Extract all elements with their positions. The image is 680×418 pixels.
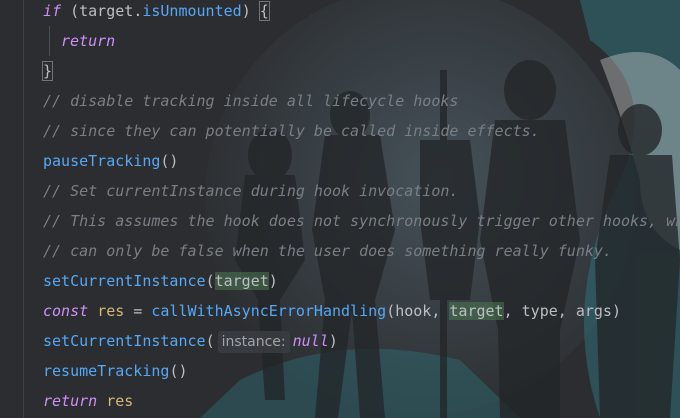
- function-call: callWithAsyncErrorHandling: [151, 302, 387, 320]
- comment: // Set currentInstance during hook invoc…: [43, 182, 459, 200]
- code-line-11[interactable]: const res = callWithAsyncErrorHandling(h…: [43, 296, 621, 326]
- code-line-1[interactable]: if (target.isUnmounted) {: [43, 0, 270, 26]
- code-line-10[interactable]: setCurrentInstance(target): [43, 266, 278, 296]
- identifier: target: [79, 2, 134, 20]
- keyword: return: [43, 392, 98, 410]
- punctuation: (: [61, 2, 80, 20]
- code-line-4[interactable]: // disable tracking inside all lifecycle…: [43, 86, 458, 116]
- code-line-8[interactable]: // This assumes the hook does not synchr…: [43, 206, 680, 236]
- code-line-6[interactable]: pauseTracking(): [43, 146, 178, 176]
- parameter-hint: instance:: [217, 331, 290, 353]
- punctuation: .: [133, 2, 143, 20]
- variable: res: [106, 392, 134, 410]
- brace-close: }: [41, 61, 54, 81]
- code-line-12[interactable]: setCurrentInstance(instance: null): [43, 326, 338, 356]
- punctuation: (hook,: [386, 302, 450, 320]
- function-call: pauseTracking: [43, 152, 161, 170]
- code-line-5[interactable]: // since they can potentially be called …: [43, 116, 540, 146]
- property: isUnmounted: [142, 2, 242, 20]
- keyword: const: [43, 302, 89, 320]
- comment: // can only be false when the user does …: [43, 242, 612, 260]
- keyword: return: [61, 32, 116, 50]
- punctuation: (: [205, 332, 215, 350]
- punctuation: ): [328, 332, 338, 350]
- code-line-9[interactable]: // can only be false when the user does …: [43, 236, 612, 266]
- function-call: setCurrentInstance: [43, 272, 206, 290]
- code-line-14[interactable]: return res: [43, 386, 133, 416]
- function-call: setCurrentInstance: [43, 332, 206, 350]
- code-line-7[interactable]: // Set currentInstance during hook invoc…: [43, 176, 458, 206]
- comment: // This assumes the hook does not synchr…: [43, 212, 680, 230]
- punctuation: (: [205, 272, 215, 290]
- punctuation: (): [169, 362, 188, 380]
- function-call: resumeTracking: [43, 362, 170, 380]
- keyword: if: [43, 2, 62, 20]
- punctuation: ): [268, 272, 278, 290]
- highlighted-identifier: target: [449, 302, 504, 320]
- punctuation: ): [241, 2, 260, 20]
- code-line-3[interactable]: }: [41, 56, 54, 86]
- code-editor[interactable]: if (target.isUnmounted) { return } // di…: [0, 0, 680, 418]
- code-area[interactable]: if (target.isUnmounted) { return } // di…: [0, 0, 680, 418]
- code-line-13[interactable]: resumeTracking(): [43, 356, 188, 386]
- punctuation: (): [160, 152, 179, 170]
- variable: res: [97, 302, 125, 320]
- brace-open: {: [258, 1, 270, 21]
- highlighted-identifier: target: [214, 272, 269, 290]
- operator: =: [124, 302, 152, 320]
- code-line-2[interactable]: return: [61, 26, 115, 56]
- null-literal: null: [292, 332, 329, 350]
- punctuation: , type, args): [503, 302, 621, 320]
- comment: // disable tracking inside all lifecycle…: [43, 92, 459, 110]
- comment: // since they can potentially be called …: [43, 122, 540, 140]
